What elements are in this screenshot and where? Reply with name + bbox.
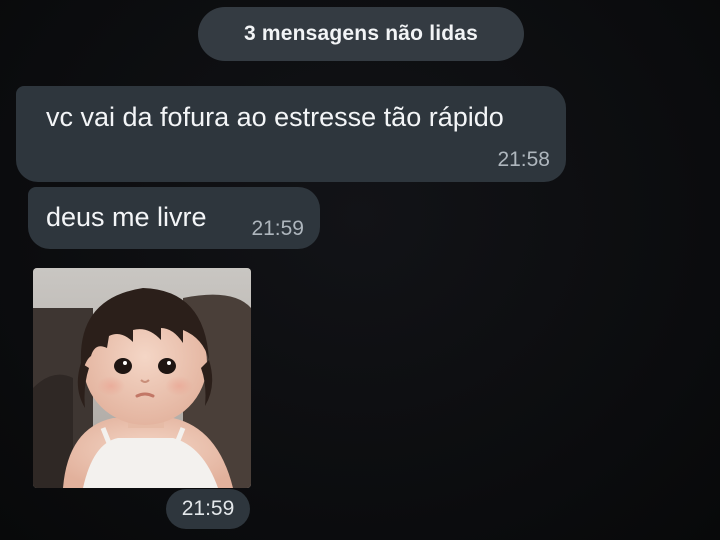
baby-photo-illustration <box>33 268 251 488</box>
message-bubble[interactable]: deus me livre 21:59 <box>28 187 320 249</box>
photo-message-image[interactable] <box>33 268 251 488</box>
unread-messages-banner: 3 mensagens não lidas <box>198 7 524 61</box>
message-text: deus me livre <box>46 202 207 232</box>
message-timestamp: 21:59 <box>251 217 304 240</box>
message-text: vc vai da fofura ao estresse tão rápido <box>46 102 504 132</box>
chat-window: 3 mensagens não lidas vc vai da fofura a… <box>0 0 720 540</box>
photo-timestamp-label: 21:59 <box>181 497 235 520</box>
message-bubble[interactable]: vc vai da fofura ao estresse tão rápido … <box>16 86 566 182</box>
photo-message-timestamp: 21:59 <box>166 489 250 529</box>
unread-messages-label: 3 mensagens não lidas <box>243 22 479 45</box>
message-timestamp: 21:58 <box>497 148 550 171</box>
